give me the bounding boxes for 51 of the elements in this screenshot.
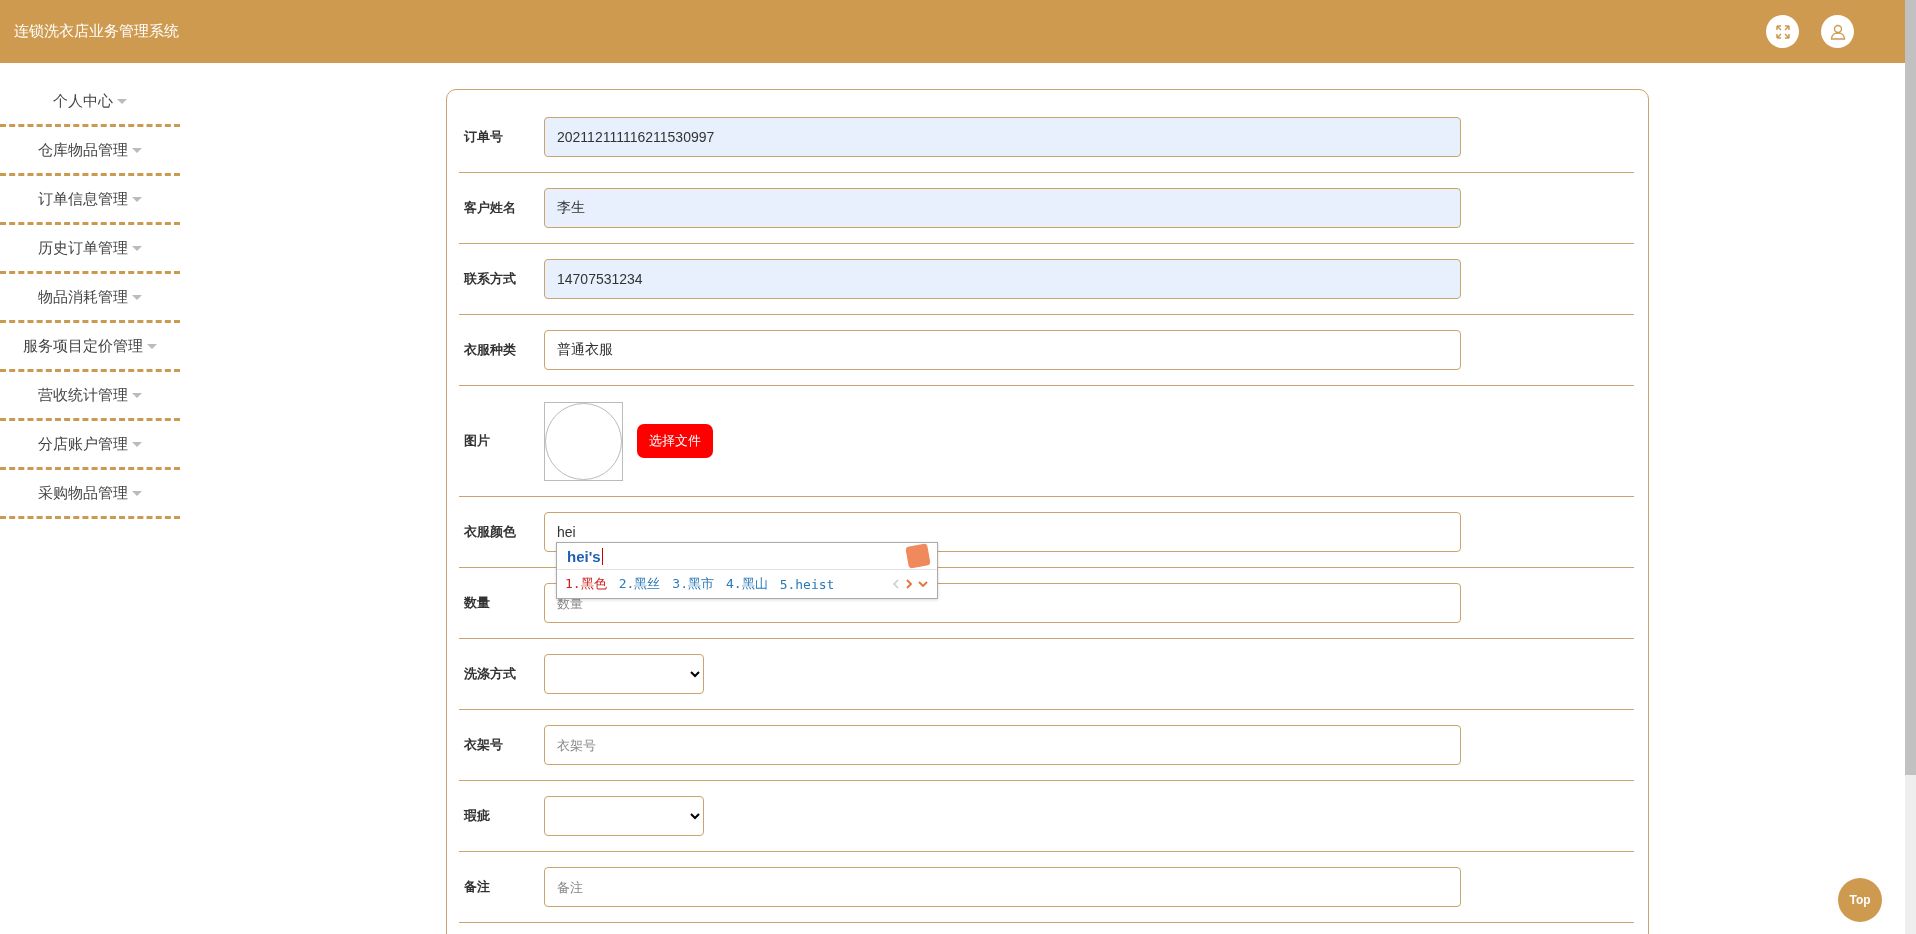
input-field[interactable]: hei [544,512,1461,552]
field-label: 备注 [463,878,491,896]
sidebar-menu-item[interactable]: 物品消耗管理 [38,287,142,307]
expand-icon [1774,23,1791,40]
field-label: 衣架号 [463,736,504,754]
user-icon [1829,23,1846,40]
sidebar-menu-item[interactable]: 采购物品管理 [38,483,142,503]
sidebar-menu-item[interactable]: 分店账户管理 [38,434,142,454]
user-button[interactable] [1821,15,1854,48]
caret-icon [117,98,127,104]
field-label: 洗涤方式 [463,665,517,683]
sidebar-menu-item[interactable]: 个人中心 [53,91,127,111]
field-label: 瑕疵 [462,807,491,825]
scrollbar-thumb[interactable] [1905,0,1916,775]
field-label: 图片 [463,432,491,450]
field-label: 衣服颜色 [463,523,517,541]
sidebar-menu-item[interactable]: 历史订单管理 [38,238,142,258]
input-field[interactable]: 202112111116211530997 [544,117,1461,157]
field-label: 数量 [463,594,491,612]
sidebar-menu-item[interactable]: 营收统计管理 [38,385,142,405]
ime-logo-icon [905,543,931,569]
input-field[interactable]: 衣架号 [544,725,1461,765]
dropdown[interactable] [544,654,704,694]
caret-icon [132,147,142,153]
field-label: 联系方式 [463,270,517,288]
sidebar-menu-item[interactable]: 订单信息管理 [38,189,142,209]
scrollbar[interactable] [1905,0,1916,934]
next-page-icon[interactable] [904,578,914,590]
fullscreen-button[interactable] [1766,15,1799,48]
choose-file-button[interactable]: 选择文件 [637,424,713,458]
caret-icon [132,490,142,496]
input-field[interactable]: 普通衣服 [544,330,1461,370]
caret-icon [147,343,157,349]
caret-icon [132,196,142,202]
dropdown[interactable] [544,796,704,836]
input-field[interactable]: 备注 [544,867,1461,907]
input-field[interactable]: 李生 [544,188,1461,228]
field-label: 衣服种类 [463,341,517,359]
field-label: 订单号 [463,128,504,146]
sidebar-menu-item[interactable]: 仓库物品管理 [38,140,142,160]
caret-icon [132,245,142,251]
app-title: 连锁洗衣店业务管理系统 [14,22,179,41]
field-label: 客户姓名 [463,199,517,217]
previous-page-icon[interactable] [891,578,901,590]
caret-icon [132,294,142,300]
input-field[interactable]: 14707531234 [544,259,1461,299]
caret-icon [132,392,142,398]
ime-composition-text: hei's [567,547,603,565]
sidebar-menu-item[interactable]: 服务项目定价管理 [23,336,157,356]
chevron-down-icon[interactable] [917,578,929,590]
caret-icon [132,441,142,447]
